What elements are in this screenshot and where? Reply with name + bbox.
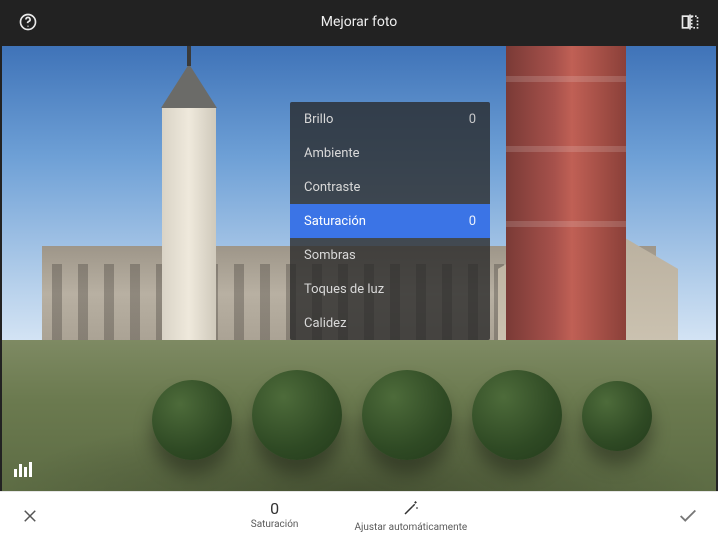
adjustment-item[interactable]: Toques de luz bbox=[290, 272, 490, 306]
current-value: 0 bbox=[270, 501, 279, 517]
adjustments-popover: Brillo 0 Ambiente Contraste Saturación 0 Sombr… bbox=[290, 102, 490, 340]
adjustment-item[interactable]: Saturación 0 bbox=[290, 204, 490, 238]
adjustment-item[interactable]: Sombras bbox=[290, 238, 490, 272]
bottom-bar: 0 Saturación Ajustar automáticamente bbox=[0, 491, 718, 539]
photo-viewport[interactable]: Brillo 0 Ambiente Contraste Saturación 0 Sombr… bbox=[0, 44, 718, 491]
page-title: Mejorar foto bbox=[0, 14, 718, 30]
histogram-icon[interactable] bbox=[14, 461, 34, 481]
adjustment-label: Contraste bbox=[304, 180, 360, 195]
app-root: Mejorar foto Brillo 0 Ambiente Contraste Sat… bbox=[0, 0, 718, 539]
adjustment-label: Ambiente bbox=[304, 146, 360, 161]
adjustment-item[interactable]: Contraste bbox=[290, 170, 490, 204]
adjustment-label: Sombras bbox=[304, 248, 356, 263]
adjustment-label: Toques de luz bbox=[304, 282, 384, 297]
auto-adjust-label: Ajustar automáticamente bbox=[354, 522, 467, 533]
adjustment-item[interactable]: Brillo 0 bbox=[290, 102, 490, 136]
adjustment-value: 0 bbox=[469, 112, 476, 127]
top-bar: Mejorar foto bbox=[0, 0, 718, 44]
adjustment-label: Saturación bbox=[304, 214, 366, 229]
auto-adjust-button[interactable]: Ajustar automáticamente bbox=[354, 499, 467, 533]
adjustment-label: Calidez bbox=[304, 316, 347, 331]
adjustment-item[interactable]: Calidez bbox=[290, 306, 490, 340]
current-label: Saturación bbox=[251, 519, 299, 530]
current-adjustment-readout[interactable]: 0 Saturación bbox=[251, 501, 299, 530]
magic-wand-icon bbox=[402, 499, 420, 520]
adjustment-item[interactable]: Ambiente bbox=[290, 136, 490, 170]
close-button[interactable] bbox=[18, 504, 42, 528]
apply-button[interactable] bbox=[676, 504, 700, 528]
compare-icon[interactable] bbox=[678, 10, 702, 34]
adjustment-label: Brillo bbox=[304, 112, 333, 127]
help-icon[interactable] bbox=[16, 10, 40, 34]
bottom-center: 0 Saturación Ajustar automáticamente bbox=[0, 499, 718, 533]
adjustment-value: 0 bbox=[469, 214, 476, 229]
